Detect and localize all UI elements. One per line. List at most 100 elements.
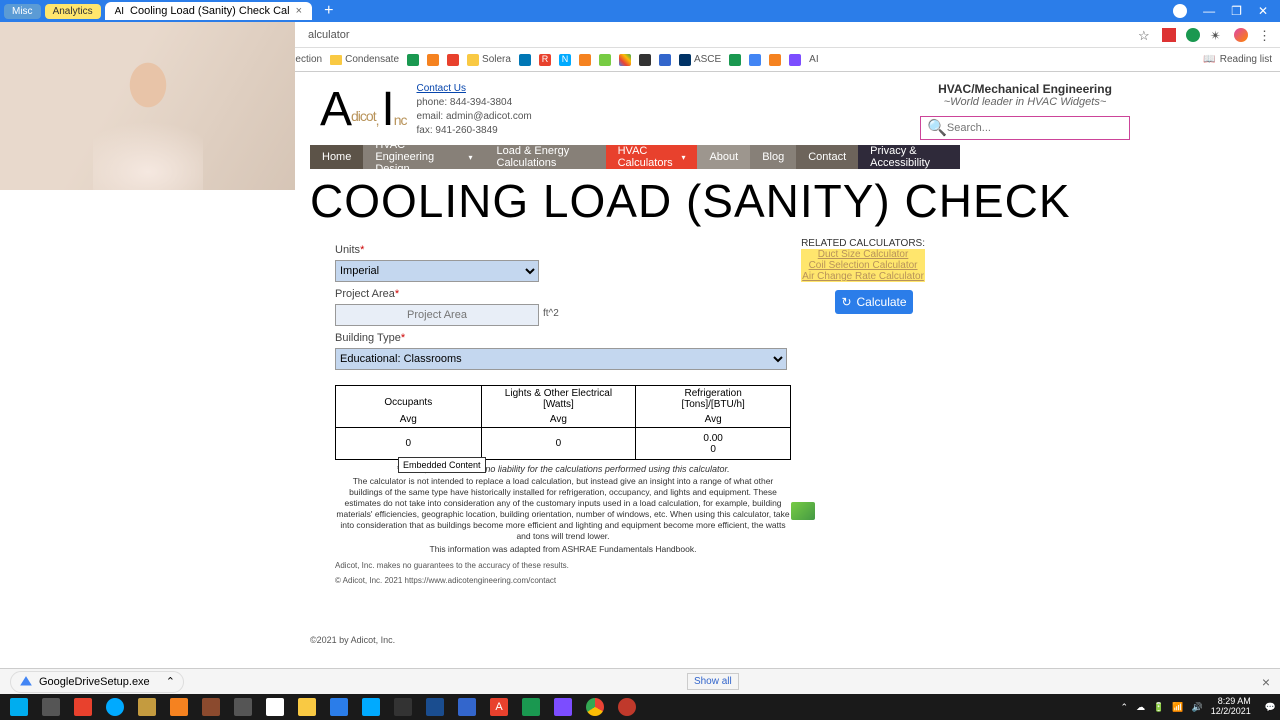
contact-us-link[interactable]: Contact Us (417, 83, 466, 94)
bookmark-item[interactable]: Condensate (330, 54, 399, 65)
nav-contact[interactable]: Contact (796, 145, 858, 169)
bookmark-icon[interactable] (639, 54, 651, 66)
chrome-app[interactable] (580, 696, 610, 718)
taskbar-app[interactable] (452, 696, 482, 718)
taskbar-app[interactable]: A (484, 696, 514, 718)
taskbar-app[interactable] (132, 696, 162, 718)
taskbar-app[interactable] (324, 696, 354, 718)
bookmark-icon[interactable] (789, 54, 801, 66)
related-link[interactable]: Coil Selection Calculator (801, 260, 925, 271)
nav-home[interactable]: Home (310, 145, 363, 169)
nav-load[interactable]: Load & Energy Calculations (485, 145, 606, 169)
refresh-icon: ↻ (841, 295, 851, 309)
system-clock[interactable]: 8:29 AM 12/2/2021 (1211, 697, 1257, 717)
pill-analytics[interactable]: Analytics (45, 4, 101, 19)
bookmark-icon[interactable] (599, 54, 611, 66)
volume-icon[interactable]: 🔊 (1192, 702, 1203, 713)
company-logo[interactable]: Adicot, Inc (320, 82, 407, 137)
bookmark-icon[interactable] (769, 54, 781, 66)
drive-icon (19, 675, 33, 689)
chevron-down-icon: ▾ (681, 153, 685, 162)
building-type-select[interactable]: Educational: Classrooms (335, 348, 787, 370)
main-nav: Home HVAC Engineering Design▾ Load & Ene… (310, 145, 960, 169)
taskbar-app[interactable] (260, 696, 290, 718)
taskbar-app[interactable] (228, 696, 258, 718)
pill-misc[interactable]: Misc (4, 4, 41, 19)
tooltip: Embedded Content (398, 457, 486, 473)
taskbar-app[interactable] (100, 696, 130, 718)
bookmark-item[interactable]: ASCE (679, 54, 721, 66)
url-fragment[interactable]: alculator (308, 29, 350, 41)
wifi-icon[interactable]: 📶 (1172, 702, 1183, 713)
calculate-button[interactable]: ↻Calculate (835, 290, 913, 314)
bookmark-icon[interactable] (447, 54, 459, 66)
tray-chevron-icon[interactable]: ⌃ (1121, 702, 1129, 713)
bookmark-icon[interactable] (407, 54, 419, 66)
results-table: Occupants Lights & Other Electrical[Watt… (335, 385, 791, 460)
close-download-bar-icon[interactable]: × (1262, 674, 1270, 690)
project-area-input[interactable] (335, 304, 539, 326)
taskbar-app[interactable] (420, 696, 450, 718)
extension-icon[interactable] (1186, 28, 1200, 42)
webcam-overlay (0, 22, 295, 190)
close-tab-icon[interactable]: × (296, 5, 302, 17)
pdf-icon[interactable] (1162, 28, 1176, 42)
search-input[interactable] (947, 122, 1123, 134)
taskbar-app[interactable] (68, 696, 98, 718)
taskbar-app[interactable] (548, 696, 578, 718)
star-icon[interactable]: ☆ (1138, 28, 1152, 42)
file-explorer[interactable] (292, 696, 322, 718)
start-button[interactable] (4, 696, 34, 718)
search-icon: 🔍 (927, 118, 947, 138)
search-box[interactable]: 🔍 (920, 116, 1130, 140)
taskbar: A ⌃ ☁ 🔋 📶 🔊 8:29 AM 12/2/2021 💬 (0, 694, 1280, 720)
nav-design[interactable]: HVAC Engineering Design▾ (363, 145, 484, 169)
copyright-text: © Adicot, Inc. 2021 https://www.adicoten… (335, 576, 1280, 585)
minimize-icon[interactable]: — (1203, 4, 1215, 18)
chat-widget-icon[interactable] (791, 502, 815, 520)
bookmark-icon[interactable] (427, 54, 439, 66)
linkedin-icon[interactable] (519, 54, 531, 66)
related-link[interactable]: Duct Size Calculator (801, 249, 925, 260)
page-title: COOLING LOAD (SANITY) CHECK (310, 174, 1280, 228)
taskbar-app[interactable] (36, 696, 66, 718)
profile-avatar[interactable] (1234, 28, 1248, 42)
bookmark-item[interactable]: Solera (467, 54, 511, 66)
nav-calculators[interactable]: HVAC Calculators▾ (606, 145, 698, 169)
units-select[interactable]: Imperial (335, 260, 539, 282)
bookmark-icon[interactable]: R (539, 54, 551, 66)
close-window-icon[interactable]: ✕ (1258, 4, 1268, 18)
active-tab[interactable]: AI Cooling Load (Sanity) Check Cal × (105, 2, 312, 20)
bookmark-icon[interactable] (659, 54, 671, 66)
chevron-down-icon: ▾ (468, 153, 472, 162)
taskbar-app[interactable] (196, 696, 226, 718)
notification-icon[interactable]: 💬 (1265, 702, 1276, 713)
account-icon[interactable] (1173, 4, 1187, 18)
taskbar-app[interactable] (356, 696, 386, 718)
bookmark-icon[interactable]: N (559, 54, 571, 66)
download-item[interactable]: GoogleDriveSetup.exe ⌃ (10, 671, 184, 693)
puzzle-icon[interactable]: ✴ (1210, 28, 1224, 42)
taskbar-app[interactable] (612, 696, 642, 718)
bookmark-icon[interactable] (579, 54, 591, 66)
tab-title: Cooling Load (Sanity) Check Cal (130, 5, 290, 17)
nav-about[interactable]: About (697, 145, 750, 169)
sheets-icon[interactable] (729, 54, 741, 66)
nav-blog[interactable]: Blog (750, 145, 796, 169)
excel-app[interactable] (516, 696, 546, 718)
gmail-icon[interactable] (619, 54, 631, 66)
reading-list[interactable]: 📖 Reading list (1203, 54, 1272, 65)
battery-icon[interactable]: 🔋 (1153, 702, 1164, 713)
maximize-icon[interactable]: ❐ (1231, 4, 1242, 18)
related-link[interactable]: Air Change Rate Calculator (801, 271, 925, 282)
tray-icon[interactable]: ☁ (1136, 702, 1145, 713)
adapted-text: This information was adapted from ASHRAE… (335, 544, 791, 555)
chevron-up-icon[interactable]: ⌃ (166, 675, 175, 688)
show-all-button[interactable]: Show all (687, 673, 739, 690)
bookmark-icon[interactable] (749, 54, 761, 66)
new-tab-button[interactable]: + (314, 2, 343, 20)
menu-icon[interactable]: ⋮ (1258, 28, 1272, 42)
taskbar-app[interactable] (164, 696, 194, 718)
taskbar-app[interactable] (388, 696, 418, 718)
nav-privacy[interactable]: Privacy & Accessibility (858, 145, 960, 169)
